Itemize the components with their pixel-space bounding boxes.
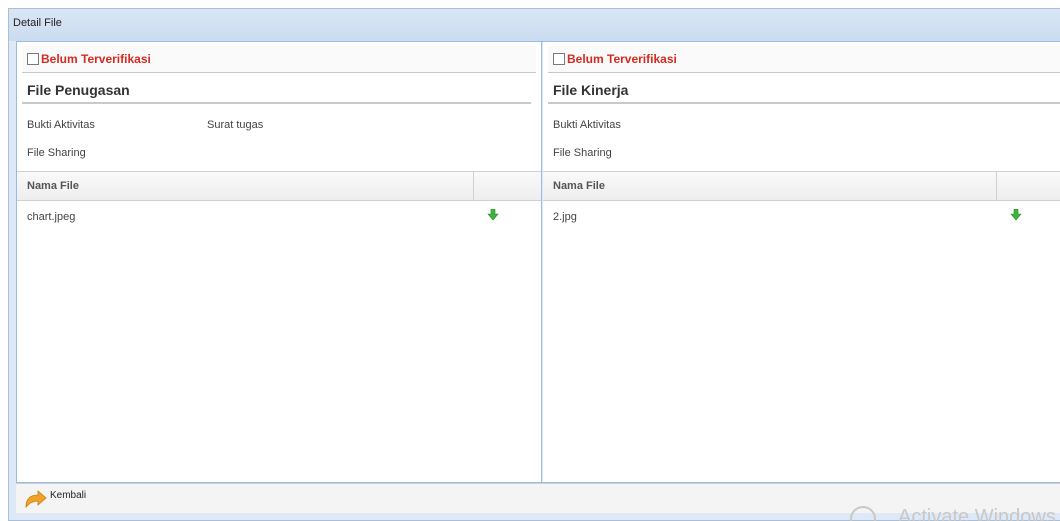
back-arrow-icon <box>24 489 48 509</box>
field-label-file-sharing: File Sharing <box>27 147 86 159</box>
verification-label: Belum Terverifikasi <box>41 52 151 66</box>
verification-checkbox[interactable] <box>27 53 39 65</box>
watermark-text: Activate Windows <box>898 506 1056 521</box>
field-value-bukti-aktivitas: Surat tugas <box>207 119 264 131</box>
back-button[interactable]: Kembali <box>24 489 86 509</box>
verification-label: Belum Terverifikasi <box>567 52 677 66</box>
table-row[interactable]: chart.jpeg <box>17 203 541 229</box>
window-title: Detail File <box>9 9 1060 41</box>
back-label: Kembali <box>50 489 87 501</box>
field-label-bukti-aktivitas: Bukti Aktivitas <box>553 119 621 131</box>
download-icon[interactable] <box>1010 208 1022 221</box>
watermark-circle-icon <box>850 506 876 521</box>
field-label-file-sharing: File Sharing <box>553 147 612 159</box>
file-name-cell: 2.jpg <box>553 211 577 223</box>
file-name-cell: chart.jpeg <box>27 211 76 223</box>
column-header-nama-file[interactable]: Nama File <box>543 172 997 200</box>
verification-status: Belum Terverifikasi <box>548 46 1060 73</box>
section-title: File Kinerja <box>548 82 1060 104</box>
file-grid-header: Nama File <box>543 171 1060 201</box>
file-penugasan-panel: Belum Terverifikasi File Penugasan Bukti… <box>17 42 542 482</box>
download-icon[interactable] <box>487 208 499 221</box>
section-title: File Penugasan <box>22 82 531 104</box>
column-header-nama-file[interactable]: Nama File <box>17 172 474 200</box>
window-body: Belum Terverifikasi File Penugasan Bukti… <box>16 41 1060 483</box>
file-kinerja-panel: Belum Terverifikasi File Kinerja Bukti A… <box>543 42 1060 482</box>
file-grid-header: Nama File <box>17 171 541 201</box>
activate-windows-watermark: Activate Windows <box>850 506 1060 521</box>
table-row[interactable]: 2.jpg <box>543 203 1060 229</box>
verification-checkbox[interactable] <box>553 53 565 65</box>
verification-status: Belum Terverifikasi <box>22 46 536 73</box>
detail-file-window: Detail File Belum Terverifikasi File Pen… <box>8 8 1060 521</box>
field-label-bukti-aktivitas: Bukti Aktivitas <box>27 119 95 131</box>
